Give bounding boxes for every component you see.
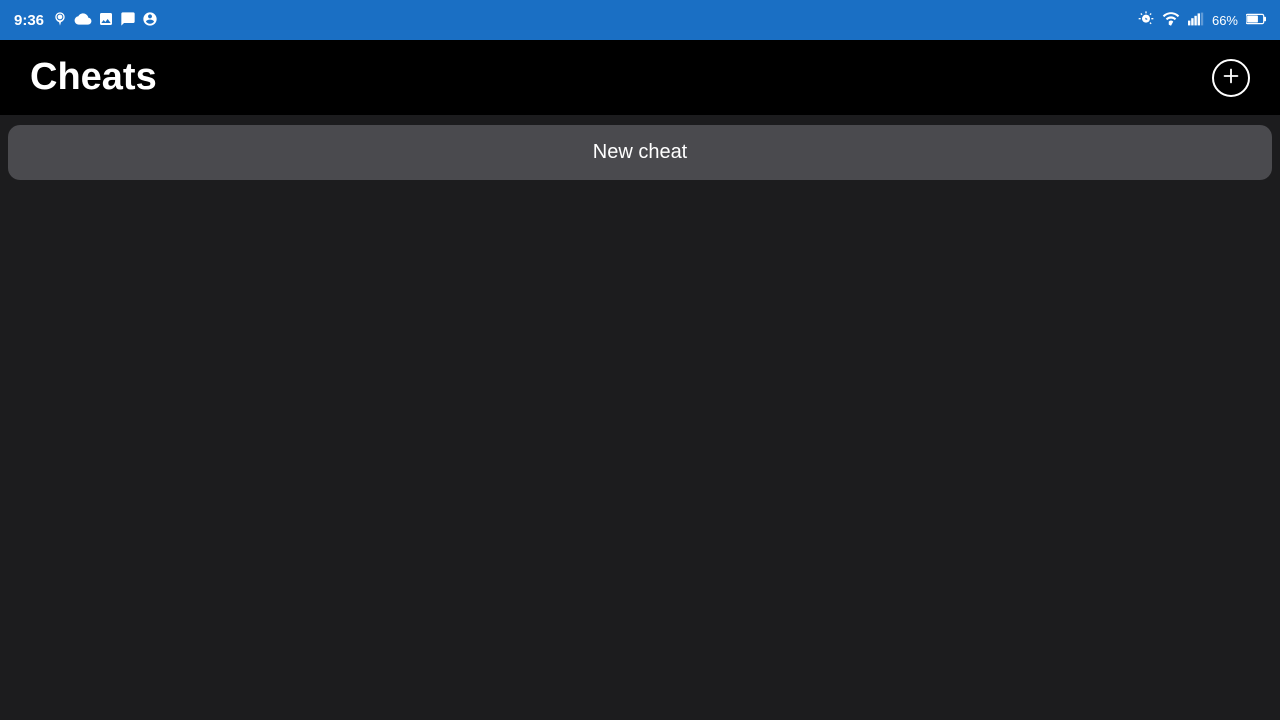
page-title: Cheats (30, 56, 157, 99)
new-cheat-label: New cheat (593, 141, 688, 164)
status-time: 9:36 (14, 12, 44, 29)
status-bar-left: 9:36 (14, 11, 158, 30)
battery-icon (1246, 12, 1266, 28)
signal-icon (1188, 12, 1204, 29)
content-area: New cheat (0, 115, 1280, 190)
face-icon (142, 11, 158, 30)
battery-percentage: 66% (1212, 13, 1238, 28)
image-icon (98, 11, 114, 30)
nfc-icon (120, 11, 136, 30)
new-cheat-button[interactable]: New cheat (8, 125, 1272, 180)
alarm-right-icon (1138, 11, 1154, 30)
add-cheat-button[interactable] (1212, 59, 1250, 97)
status-bar-right: 66% (1138, 11, 1266, 30)
status-bar: 9:36 (0, 0, 1280, 40)
alarm-icon (52, 11, 68, 30)
wifi-icon (1162, 12, 1180, 29)
header: Cheats (0, 40, 1280, 115)
add-icon (1220, 65, 1242, 91)
cloud-sync-icon (74, 12, 92, 29)
status-icons-left (52, 11, 158, 30)
